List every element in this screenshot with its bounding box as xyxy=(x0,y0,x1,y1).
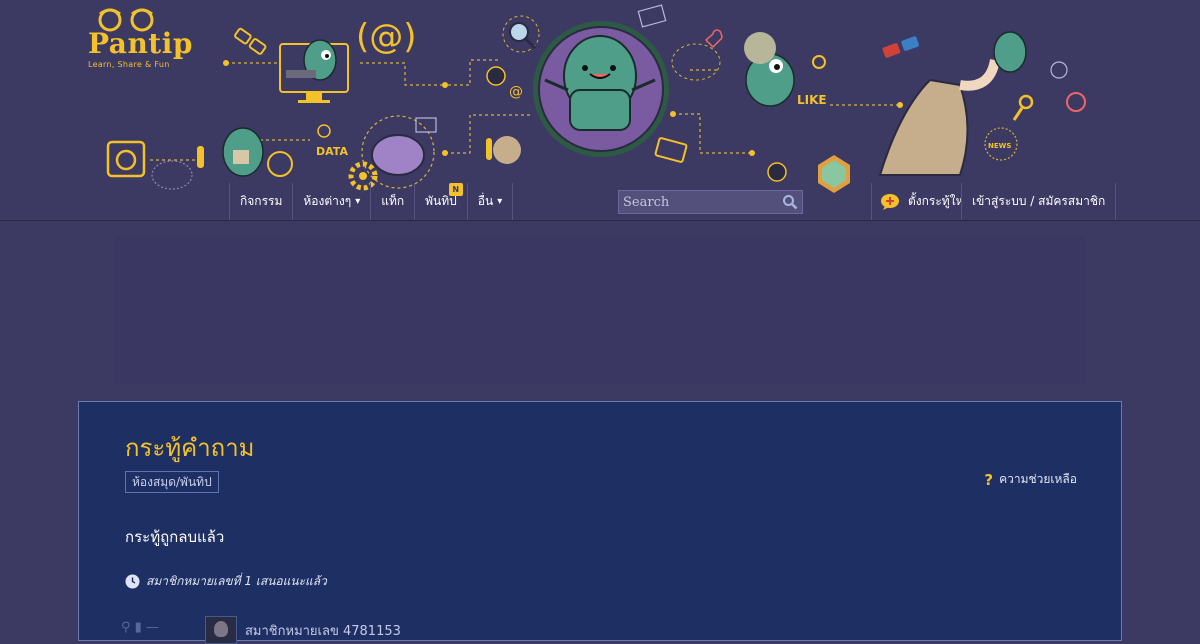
topic-panel: กระทู้คำถาม ห้องสมุด/พันทิป ? ความช่วยเห… xyxy=(78,401,1122,644)
nav-item-activities[interactable]: กิจกรรม xyxy=(230,183,294,220)
search-input[interactable] xyxy=(619,191,769,214)
at-sign-label: (@) xyxy=(356,17,417,57)
add-topic-icon xyxy=(881,193,899,210)
clock-icon xyxy=(317,124,331,138)
nav-item-more[interactable]: อื่น ▾ xyxy=(468,183,514,220)
page-title: กระทู้คำถาม xyxy=(125,434,255,462)
nav-menu: กิจกรรม ห้องต่างๆ ▾ แท็ก พันทิป N อื่น ▾ xyxy=(229,183,514,220)
search-box xyxy=(618,190,803,214)
login-label: เข้าสู่ระบบ / สมัครสมาชิก xyxy=(972,194,1106,208)
clock-small-icon xyxy=(1050,61,1068,79)
color-magnifier-icon xyxy=(1066,92,1086,112)
map-icon xyxy=(637,4,667,28)
search-icon[interactable] xyxy=(782,194,798,214)
news-label: NEWS xyxy=(988,142,1011,150)
tag-chip[interactable]: ห้องสมุด/พันทิป xyxy=(125,471,219,493)
key-icon xyxy=(1012,94,1034,121)
question-icon: ? xyxy=(984,470,994,489)
mascot-badge xyxy=(533,21,669,157)
new-badge: N xyxy=(448,183,463,196)
heart-icon xyxy=(704,29,723,49)
ad-banner-area xyxy=(115,237,1085,385)
card-icon xyxy=(654,137,688,163)
clock-icon xyxy=(125,574,140,589)
small-at-label: @ xyxy=(509,84,523,100)
nav-item-label: แท็ก xyxy=(381,194,405,208)
book-monster xyxy=(222,127,264,177)
avatar[interactable] xyxy=(205,616,237,644)
smiley-icon xyxy=(493,136,521,164)
create-topic-button[interactable]: ตั้งกระทู้ใหม่ xyxy=(872,183,962,220)
help-link[interactable]: ? ความช่วยเหลือ xyxy=(984,470,1077,489)
magnifier-icon xyxy=(502,15,540,53)
coin-icon xyxy=(267,151,293,177)
topic-meta-text: สมาชิกหมายเลขที่ 1 เสนอแนะแล้ว xyxy=(146,574,327,588)
globe-icon xyxy=(486,66,506,86)
nav-user-actions: ตั้งกระทู้ใหม่ เข้าสู่ระบบ / สมัครสมาชิก xyxy=(871,183,1117,220)
logo-tagline: Learn, Share & Fun xyxy=(88,60,170,69)
author-name[interactable]: สมาชิกหมายเลข 4781153 xyxy=(245,620,401,641)
3d-glasses-icon xyxy=(882,36,920,58)
nav-item-label: กิจกรรม xyxy=(240,194,283,208)
author-row: ⚲ ▮ — สมาชิกหมายเลข 4781153 xyxy=(121,616,401,644)
nav-item-pantip[interactable]: พันทิป N xyxy=(415,183,468,220)
nav-item-label: ห้องต่างๆ xyxy=(303,194,352,208)
tool-icons: ⚲ ▮ — xyxy=(121,620,159,635)
help-label: ความช่วยเหลือ xyxy=(999,472,1077,486)
thermometer-icon xyxy=(197,146,204,168)
camera-icon xyxy=(106,140,146,178)
chevron-down-icon: ▾ xyxy=(355,196,361,207)
nav-item-label: อื่น xyxy=(477,194,494,208)
curly-monster xyxy=(744,32,795,107)
nav-item-tags[interactable]: แท็ก xyxy=(371,183,416,220)
small-magnifier-icon xyxy=(812,55,826,69)
brain-icon xyxy=(361,115,435,189)
login-register-link[interactable]: เข้าสู่ระบบ / สมัครสมาชิก xyxy=(962,183,1117,220)
topic-meta: สมาชิกหมายเลขที่ 1 เสนอแนะแล้ว xyxy=(125,572,327,591)
logo-brand: Pantip xyxy=(88,27,193,60)
create-topic-label: ตั้งกระทู้ใหม่ xyxy=(908,194,961,208)
topic-heading: กระทู้ถูกลบแล้ว xyxy=(125,528,225,546)
like-label: LIKE xyxy=(797,93,827,107)
monitor-icon xyxy=(279,39,349,103)
picture-icon xyxy=(415,117,437,133)
data-label: DATA xyxy=(316,145,348,158)
nav-item-rooms[interactable]: ห้องต่างๆ ▾ xyxy=(293,183,372,220)
goggles-icon xyxy=(234,27,267,55)
chevron-down-icon: ▾ xyxy=(497,196,503,207)
pantip-logo[interactable]: Pantip Learn, Share & Fun xyxy=(88,6,193,69)
